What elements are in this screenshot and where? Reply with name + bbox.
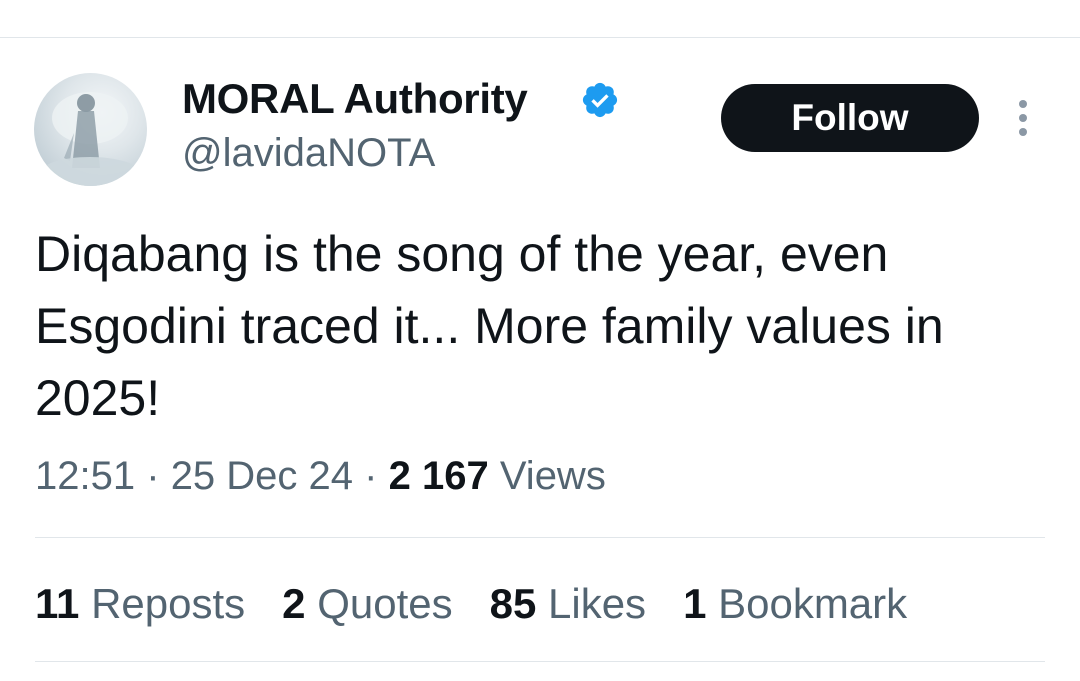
stat-quotes[interactable]: 2 Quotes [282,576,452,632]
top-divider [0,37,1080,38]
follow-button[interactable]: Follow [721,84,979,152]
more-dot [1019,114,1027,122]
stat-label: Reposts [91,580,246,627]
stat-bookmarks[interactable]: 1 Bookmark [683,576,907,632]
stat-count: 11 [35,580,80,627]
meta-separator: · [146,454,160,498]
tweet-meta: 12:51 · 25 Dec 24 · 2 167 Views [35,450,606,502]
avatar[interactable] [34,73,147,186]
divider [35,661,1045,662]
views-label: Views [499,454,606,498]
author-handle[interactable]: @lavidaNOTA [182,130,435,176]
views-count: 2 167 [388,454,489,498]
more-dot [1019,100,1027,108]
stat-label: Bookmark [718,580,908,627]
meta-separator: · [364,454,378,498]
tweet-date[interactable]: 25 Dec 24 [171,454,353,498]
display-name[interactable]: MORAL Authority [182,75,528,123]
stat-count: 85 [489,580,537,627]
verified-badge-icon [582,82,618,118]
stat-label: Quotes [317,580,453,627]
more-dot [1019,128,1027,136]
divider [35,537,1045,538]
stat-label: Likes [548,580,647,627]
stat-count: 2 [282,580,306,627]
stat-count: 1 [683,580,707,627]
more-vertical-icon[interactable] [1010,98,1036,138]
stat-reposts[interactable]: 11 Reposts [35,576,245,632]
tweet-time[interactable]: 12:51 [35,454,135,498]
avatar-image [40,92,140,186]
engagement-stats: 11 Reposts 2 Quotes 85 Likes 1 Bookmark [35,576,944,632]
tweet-text: Diqabang is the song of the year, even E… [35,226,944,426]
stat-likes[interactable]: 85 Likes [490,576,646,632]
